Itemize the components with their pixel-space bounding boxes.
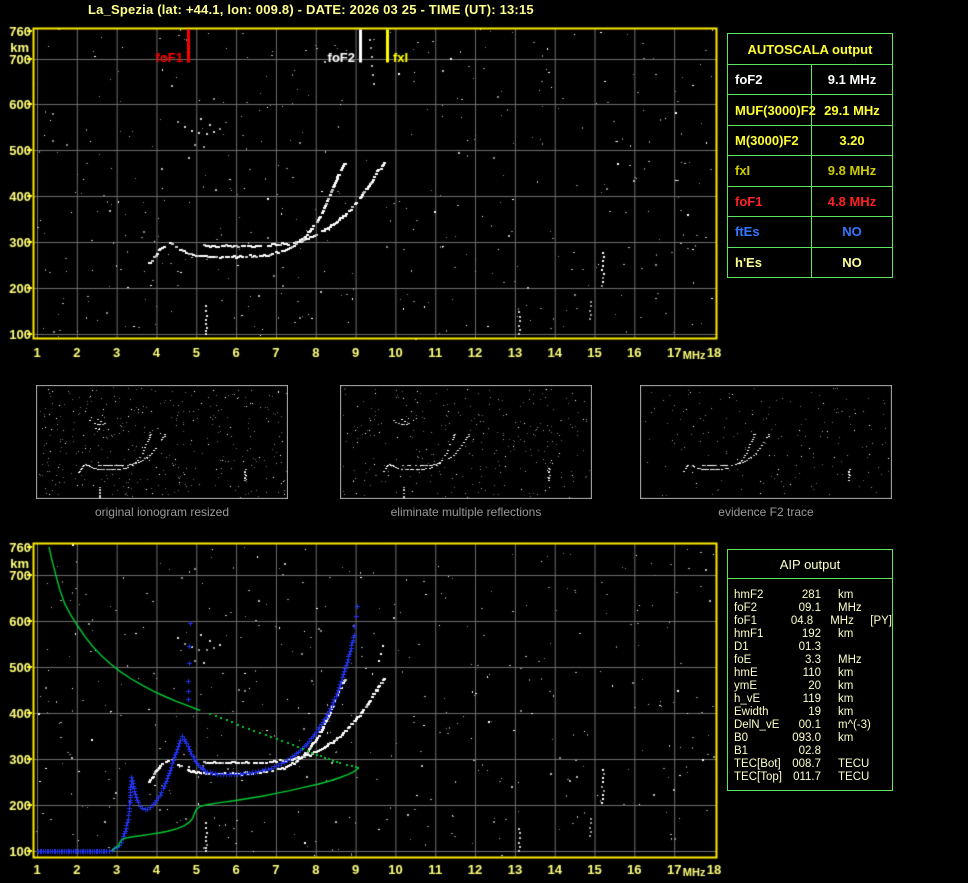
aip-row: D1 01.3	[734, 641, 892, 654]
aip-cell: MHz	[830, 615, 854, 627]
aip-row: Ewidth 19 km	[734, 706, 892, 719]
aip-cell: 02.8	[798, 745, 821, 757]
autoscala-analysis-screen: La_Spezia (lat: +44.1, lon: 009.8) - DAT…	[0, 0, 968, 883]
aip-cell: 01.3	[798, 641, 821, 653]
aip-row: B0 093.0 km	[734, 732, 892, 745]
thumbnail-caption: eliminate multiple reflections	[390, 505, 542, 519]
aip-cell: km	[838, 732, 854, 744]
aip-cell: 011.7	[793, 771, 821, 783]
parameter-label: fxI	[728, 156, 812, 186]
autoscala-row: fxI 9.8 MHz	[728, 156, 892, 187]
aip-cell: hmF2	[734, 589, 764, 601]
aip-cell: foF1	[734, 615, 758, 627]
parameter-label: foF1	[728, 186, 812, 217]
autoscala-row: h'Es NO	[728, 247, 892, 277]
aip-cell: 008.7	[792, 758, 821, 770]
autoscala-table-rows: foF2 9.1 MHz MUF(3000)F2 29.1 MHz M(3000)F2 3…	[728, 65, 892, 277]
aip-cell: 110	[802, 667, 821, 679]
aip-cell: 20	[808, 680, 821, 692]
top-ionogram-canvas	[0, 25, 725, 365]
aip-cell: foF2	[734, 602, 758, 614]
thumbnail-caption: original ionogram resized	[94, 505, 230, 519]
restored-ionogram-canvas	[0, 540, 725, 883]
parameter-value: 4.8 MHz	[827, 193, 877, 209]
aip-cell: TEC[Bot]	[734, 758, 781, 770]
autoscala-row: MUF(3000)F2 29.1 MHz	[728, 95, 892, 126]
aip-cell: m^(-3)	[838, 719, 871, 731]
aip-cell: [PY]	[870, 615, 892, 627]
aip-cell: km	[838, 693, 854, 705]
parameter-label: foF2	[728, 65, 812, 95]
parameter-value: NO	[842, 254, 862, 270]
aip-cell: TECU	[838, 771, 870, 783]
aip-row: TEC[Bot] 008.7 TECU	[734, 758, 892, 771]
thumbnail-eliminate-reflections	[340, 385, 592, 499]
aip-row: h_vE 119 km	[734, 693, 892, 706]
aip-cell: MHz	[838, 602, 862, 614]
station-title: La_Spezia (lat: +44.1, lon: 009.8) - DAT…	[88, 2, 534, 17]
parameter-value: NO	[842, 224, 862, 240]
parameter-label: h'Es	[728, 247, 812, 277]
aip-row: hmF1 192 km	[734, 628, 892, 641]
aip-cell: hmF1	[734, 628, 764, 640]
aip-cell	[838, 745, 882, 758]
aip-row: foE 3.3 MHz	[734, 654, 892, 667]
aip-row: foF1 04.8 MHz [PY]	[734, 615, 892, 628]
aip-cell: km	[838, 680, 854, 692]
autoscala-row: foF1 4.8 MHz	[728, 186, 892, 218]
parameter-value: 3.20	[839, 133, 865, 149]
aip-cell: foE	[734, 654, 752, 666]
aip-cell: h_vE	[734, 693, 761, 705]
aip-cell: B1	[734, 745, 749, 757]
aip-cell: 093.0	[792, 732, 821, 744]
aip-cell: 3.3	[805, 654, 821, 666]
aip-row: TEC[Top] 011.7 TECU	[734, 771, 892, 784]
aip-table: AIP output hmF2 281 km foF2 09.1 MHz foF1 04.8 M…	[727, 549, 893, 791]
aip-cell: DelN_vE	[734, 719, 780, 731]
aip-cell: 192	[801, 628, 821, 640]
thumbnail-caption: evidence F2 trace	[718, 505, 814, 519]
aip-row: foF2 09.1 MHz	[734, 602, 892, 615]
aip-row: hmF2 281 km	[734, 589, 892, 602]
parameter-label: ftEs	[728, 217, 812, 247]
aip-table-rows: hmF2 281 km foF2 09.1 MHz foF1 04.8 MHz [PY] hmF1 1…	[728, 579, 892, 784]
aip-table-header: AIP output	[728, 550, 892, 579]
autoscala-table: AUTOSCALA output foF2 9.1 MHz MUF(3000)F2 2…	[727, 33, 893, 278]
aip-cell: TECU	[838, 758, 870, 770]
parameter-label: M(3000)F2	[728, 125, 812, 156]
aip-cell: km	[838, 628, 854, 640]
aip-cell: 09.1	[798, 602, 821, 614]
aip-cell: hmE	[734, 667, 758, 679]
aip-cell: 00.1	[798, 719, 821, 731]
parameter-value: 9.1 MHz	[827, 72, 877, 88]
parameter-label: MUF(3000)F2	[728, 95, 816, 125]
aip-cell: 119	[802, 693, 821, 705]
autoscala-table-header: AUTOSCALA output	[728, 34, 892, 65]
aip-cell: Ewidth	[734, 706, 769, 718]
thumbnail-original-ionogram	[36, 385, 288, 499]
aip-cell: km	[838, 706, 854, 718]
aip-cell: D1	[734, 641, 749, 653]
aip-cell: B0	[734, 732, 749, 744]
aip-cell	[838, 641, 882, 654]
autoscala-row: foF2 9.1 MHz	[728, 65, 892, 96]
autoscala-row: M(3000)F2 3.20	[728, 125, 892, 157]
autoscala-row: ftEs NO	[728, 217, 892, 248]
aip-cell: km	[838, 589, 854, 601]
aip-cell: MHz	[838, 654, 862, 666]
aip-row: hmE 110 km	[734, 667, 892, 680]
aip-cell: 04.8	[790, 615, 814, 627]
aip-cell: km	[838, 667, 854, 679]
parameter-value: 29.1 MHz	[824, 102, 880, 118]
aip-cell: 281	[801, 589, 821, 601]
aip-row: DelN_vE 00.1 m^(-3)	[734, 719, 892, 732]
aip-row: ymE 20 km	[734, 680, 892, 693]
parameter-value: 9.8 MHz	[827, 163, 877, 179]
aip-row: B1 02.8	[734, 745, 892, 758]
thumbnail-evidence-f2-trace	[640, 385, 892, 499]
aip-cell: 19	[808, 706, 821, 718]
aip-cell: TEC[Top]	[734, 771, 782, 783]
aip-cell: ymE	[734, 680, 757, 692]
